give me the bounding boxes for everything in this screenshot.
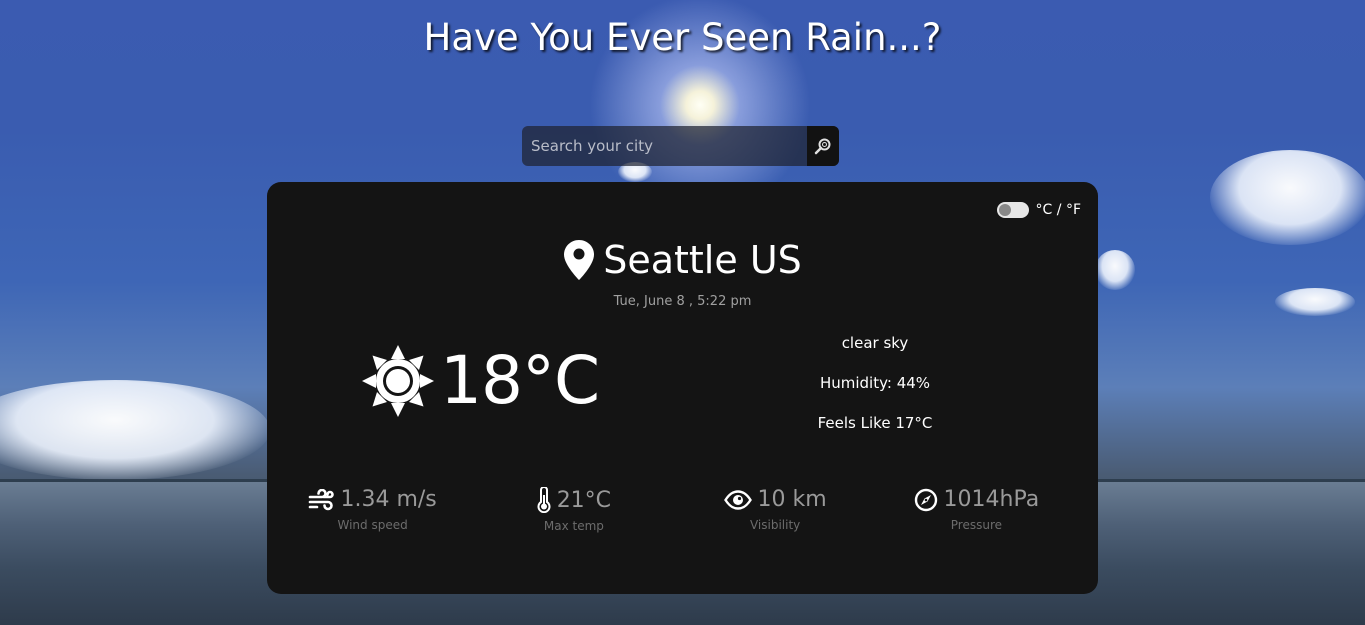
stat-pressure: 1014hPa Pressure <box>876 487 1077 533</box>
compass-icon <box>914 488 937 511</box>
unit-label: °C / °F <box>1035 202 1081 218</box>
humidity: Humidity: 44% <box>819 374 931 392</box>
stat-value: 1014hPa <box>943 487 1040 512</box>
location-pin-icon <box>564 240 595 280</box>
unit-switch[interactable] <box>996 202 1029 218</box>
stat-label: Visibility <box>749 518 801 532</box>
stat-visibility: 10 km Visibility <box>675 487 876 533</box>
weather-details: clear sky Humidity: 44% Feels Like 17°C <box>747 332 1003 452</box>
page-title: Have You Ever Seen Rain...? <box>423 16 942 59</box>
sun-icon <box>362 344 434 417</box>
thermometer-icon <box>537 487 551 513</box>
cloud <box>1275 288 1355 316</box>
search-input[interactable] <box>522 126 807 166</box>
search-button[interactable] <box>807 126 839 166</box>
location: Seattle US <box>267 238 1098 282</box>
feels-like: Feels Like 17°C <box>817 414 933 432</box>
stat-label: Pressure <box>950 518 1002 532</box>
eye-icon <box>723 489 752 510</box>
stat-value: 10 km <box>757 487 827 512</box>
current-weather: 18°C <box>362 342 600 419</box>
cloud <box>0 380 270 480</box>
cloud <box>1095 250 1135 290</box>
stat-value: 1.34 m/s <box>340 487 437 512</box>
stat-label: Wind speed <box>337 518 408 532</box>
weather-stats: 1.34 m/s Wind speed 21°C Max temp 10 km … <box>272 487 1077 533</box>
weather-card: °C / °F Seattle US Tue, June 8 , 5:22 pm <box>267 182 1098 594</box>
switch-knob <box>998 204 1011 216</box>
stat-max-temp: 21°C Max temp <box>473 487 674 533</box>
search-bar <box>522 126 839 166</box>
stat-wind-speed: 1.34 m/s Wind speed <box>272 487 473 533</box>
wind-icon <box>309 488 335 510</box>
cloud <box>1210 150 1365 245</box>
unit-toggle: °C / °F <box>996 202 1081 218</box>
search-icon <box>814 138 831 155</box>
city-name: Seattle US <box>603 238 802 282</box>
weather-description: clear sky <box>841 334 909 352</box>
stat-value: 21°C <box>556 487 612 513</box>
current-temperature: 18°C <box>440 342 600 419</box>
stat-label: Max temp <box>543 519 604 533</box>
date-time: Tue, June 8 , 5:22 pm <box>613 294 752 309</box>
